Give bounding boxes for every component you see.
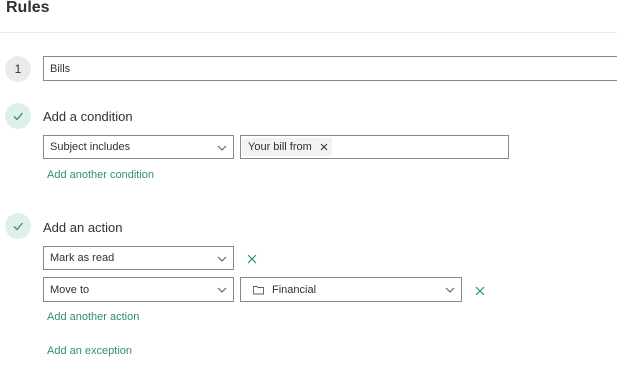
add-another-action-link[interactable]: Add another action bbox=[47, 311, 139, 323]
action-2-value: Move to bbox=[50, 283, 90, 296]
remove-action-1-button[interactable] bbox=[246, 252, 258, 270]
close-icon bbox=[247, 254, 257, 264]
folder-value: Financial bbox=[272, 283, 317, 296]
close-icon bbox=[475, 286, 485, 296]
rule-name-value: Bills bbox=[50, 62, 71, 75]
header-divider bbox=[0, 32, 617, 33]
chevron-down-icon bbox=[217, 145, 227, 151]
condition-tag-label: Your bill from bbox=[248, 141, 312, 153]
condition-field-value: Subject includes bbox=[50, 141, 131, 153]
condition-field-dropdown[interactable]: Subject includes bbox=[43, 135, 234, 159]
action-1-dropdown[interactable]: Mark as read bbox=[43, 246, 234, 270]
folder-dropdown[interactable]: Financial bbox=[240, 277, 462, 302]
condition-step-badge bbox=[5, 103, 31, 129]
check-icon bbox=[13, 112, 23, 121]
close-icon bbox=[320, 143, 328, 151]
chevron-down-icon bbox=[217, 287, 227, 293]
page-title: Rules bbox=[6, 0, 50, 16]
action-2-dropdown[interactable]: Move to bbox=[43, 277, 234, 302]
add-another-condition-link[interactable]: Add another condition bbox=[47, 169, 154, 181]
action-1-value: Mark as read bbox=[50, 252, 115, 264]
remove-tag-button[interactable] bbox=[320, 143, 328, 151]
check-icon bbox=[13, 222, 23, 231]
action-step-badge bbox=[5, 213, 31, 239]
condition-heading: Add a condition bbox=[43, 109, 133, 124]
chevron-down-icon bbox=[445, 287, 455, 293]
remove-action-2-button[interactable] bbox=[474, 284, 486, 302]
action-heading: Add an action bbox=[43, 220, 123, 235]
add-exception-link[interactable]: Add an exception bbox=[47, 345, 132, 357]
folder-icon bbox=[253, 285, 264, 294]
chevron-down-icon bbox=[217, 256, 227, 262]
condition-value-tag: Your bill from bbox=[242, 138, 332, 156]
rule-name-input[interactable]: Bills bbox=[43, 56, 617, 81]
step-number-badge: 1 bbox=[5, 56, 31, 82]
